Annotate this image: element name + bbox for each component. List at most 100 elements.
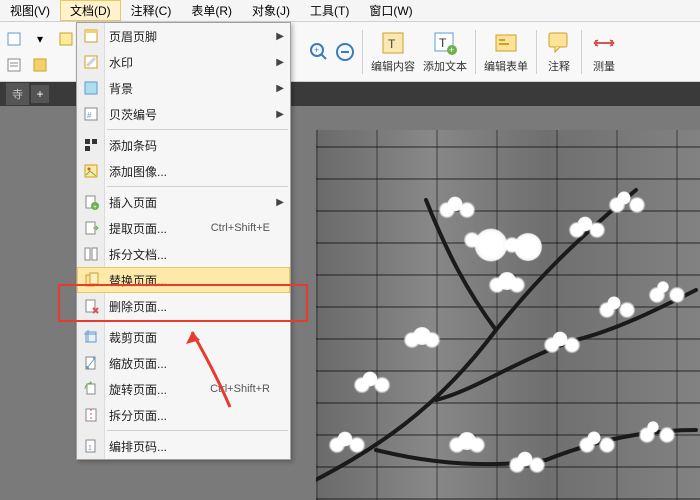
- menu-item-label: 拆分页面...: [109, 407, 290, 424]
- zoom-in-icon[interactable]: +: [307, 40, 331, 64]
- menu-item-label: 裁剪页面: [109, 329, 290, 346]
- menu-item-label: 插入页面: [109, 194, 290, 211]
- image-icon: [82, 162, 100, 180]
- separator: [581, 30, 582, 74]
- extract-page-icon: [82, 219, 100, 237]
- menu-crop-pages[interactable]: 裁剪页面: [77, 324, 290, 350]
- insert-page-icon: +: [82, 193, 100, 211]
- separator: [536, 30, 537, 74]
- menu-window[interactable]: 窗口(W): [359, 0, 422, 21]
- replace-page-icon: [83, 271, 101, 289]
- annotate-button[interactable]: 注释: [545, 29, 573, 74]
- menu-bates[interactable]: # 贝茨编号 ▶: [77, 101, 290, 127]
- svg-text:T: T: [439, 36, 447, 50]
- menu-comments[interactable]: 注释(C): [121, 0, 182, 21]
- background-icon: [82, 79, 100, 97]
- edit-form-icon: [492, 29, 520, 57]
- separator: [475, 30, 476, 74]
- number-pages-icon: 1: [82, 437, 100, 455]
- split-doc-icon: [82, 245, 100, 263]
- rotate-page-icon: [82, 380, 100, 398]
- menu-watermark[interactable]: 水印 ▶: [77, 49, 290, 75]
- header-footer-icon: [82, 27, 100, 45]
- menu-separator: [107, 430, 288, 431]
- menu-item-label: 背景: [109, 80, 290, 97]
- edit-form-button[interactable]: 编辑表单: [484, 29, 528, 74]
- menu-item-label: 提取页面...: [109, 220, 211, 237]
- edit-content-icon: T: [379, 29, 407, 57]
- menu-document[interactable]: 文档(D): [60, 0, 121, 21]
- submenu-arrow-icon: ▶: [276, 109, 284, 120]
- edit-content-button[interactable]: T 编辑内容: [371, 29, 415, 74]
- zoom-out-icon[interactable]: [333, 40, 357, 64]
- menubar: 视图(V) 文档(D) 注释(C) 表单(R) 对象(J) 工具(T) 窗口(W…: [0, 0, 700, 22]
- menu-separator: [107, 186, 288, 187]
- menu-shortcut: Ctrl+Shift+R: [210, 383, 290, 395]
- svg-text:+: +: [93, 204, 97, 210]
- bates-icon: #: [82, 105, 100, 123]
- menu-rotate-pages[interactable]: 旋转页面... Ctrl+Shift+R: [77, 376, 290, 402]
- barcode-icon: [82, 136, 100, 154]
- crop-page-icon: [82, 328, 100, 346]
- menu-item-label: 页眉页脚: [109, 28, 290, 45]
- menu-item-label: 删除页面...: [109, 298, 290, 315]
- submenu-arrow-icon: ▶: [276, 197, 284, 208]
- edit-content-label: 编辑内容: [371, 58, 415, 74]
- menu-separator: [107, 321, 288, 322]
- toolbar-btn-1[interactable]: [2, 27, 26, 51]
- submenu-arrow-icon: ▶: [276, 83, 284, 94]
- annotate-icon: [545, 29, 573, 57]
- menu-item-label: 拆分文档...: [109, 246, 290, 263]
- menu-item-label: 水印: [109, 54, 290, 71]
- menu-item-label: 缩放页面...: [109, 355, 290, 372]
- menu-tools[interactable]: 工具(T): [300, 0, 359, 21]
- toolbar-btn-2[interactable]: [54, 27, 78, 51]
- menu-add-image[interactable]: 添加图像...: [77, 158, 290, 184]
- document-tab[interactable]: 寺: [6, 83, 29, 105]
- svg-text:T: T: [388, 37, 396, 51]
- watermark-icon: [82, 53, 100, 71]
- menu-objects[interactable]: 对象(J): [242, 0, 300, 21]
- menu-view[interactable]: 视图(V): [0, 0, 60, 21]
- submenu-arrow-icon: ▶: [276, 57, 284, 68]
- dropdown-icon[interactable]: ▾: [28, 27, 52, 51]
- menu-number-pages[interactable]: 1 编排页码...: [77, 433, 290, 459]
- add-text-button[interactable]: T+ 添加文本: [423, 29, 467, 74]
- menu-separator: [107, 129, 288, 130]
- menu-split-doc[interactable]: 拆分文档...: [77, 241, 290, 267]
- menu-header-footer[interactable]: 页眉页脚 ▶: [77, 23, 290, 49]
- svg-text:#: #: [87, 111, 92, 120]
- document-menu-dropdown: 页眉页脚 ▶ 水印 ▶ 背景 ▶ # 贝茨编号 ▶ 添加条码 添加图像... +…: [76, 22, 291, 460]
- menu-shortcut: Ctrl+Shift+E: [211, 222, 290, 234]
- menu-split-pages[interactable]: 拆分页面...: [77, 402, 290, 428]
- toolbar-btn-4[interactable]: [28, 53, 52, 77]
- measure-icon: [590, 29, 618, 57]
- menu-extract-pages[interactable]: 提取页面... Ctrl+Shift+E: [77, 215, 290, 241]
- zoom-page-icon: [82, 354, 100, 372]
- menu-item-label: 替换页面...: [109, 272, 289, 289]
- add-text-icon: T+: [431, 29, 459, 57]
- menu-item-label: 贝茨编号: [109, 106, 290, 123]
- menu-background[interactable]: 背景 ▶: [77, 75, 290, 101]
- menu-delete-pages[interactable]: 删除页面...: [77, 293, 290, 319]
- submenu-arrow-icon: ▶: [276, 31, 284, 42]
- menu-insert-pages[interactable]: + 插入页面 ▶: [77, 189, 290, 215]
- svg-text:1: 1: [88, 445, 92, 452]
- toolbar-btn-3[interactable]: [2, 53, 26, 77]
- separator: [362, 30, 363, 74]
- measure-label: 测量: [593, 58, 615, 74]
- delete-page-icon: [82, 297, 100, 315]
- menu-replace-pages[interactable]: 替换页面...: [77, 267, 290, 293]
- menu-add-barcode[interactable]: 添加条码: [77, 132, 290, 158]
- menu-forms[interactable]: 表单(R): [181, 0, 242, 21]
- menu-item-label: 旋转页面...: [109, 381, 210, 398]
- menu-item-label: 编排页码...: [109, 438, 290, 455]
- annotate-label: 注释: [548, 58, 570, 74]
- measure-button[interactable]: 测量: [590, 29, 618, 74]
- edit-form-label: 编辑表单: [484, 58, 528, 74]
- add-tab-button[interactable]: +: [31, 85, 49, 103]
- svg-text:+: +: [314, 45, 319, 55]
- menu-resize-pages[interactable]: 缩放页面...: [77, 350, 290, 376]
- split-page-icon: [82, 406, 100, 424]
- add-text-label: 添加文本: [423, 58, 467, 74]
